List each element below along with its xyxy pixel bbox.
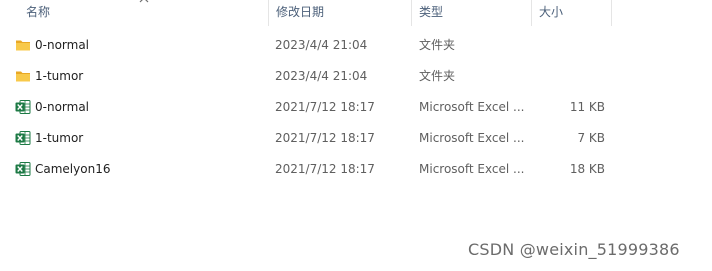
file-name: 1-tumor bbox=[35, 69, 84, 83]
list-item[interactable]: 1-tumor 2021/7/12 18:17 Microsoft Excel … bbox=[0, 123, 620, 154]
file-explorer: 名称 修改日期 类型 大小 0-normal 2023/4/4 21:04 文件… bbox=[0, 0, 712, 271]
column-divider[interactable] bbox=[411, 0, 412, 26]
column-divider[interactable] bbox=[531, 0, 532, 26]
list-item[interactable]: Camelyon16 2021/7/12 18:17 Microsoft Exc… bbox=[0, 154, 620, 185]
file-type: Microsoft Excel ... bbox=[419, 131, 525, 145]
file-size: 7 KB bbox=[577, 131, 605, 145]
watermark: CSDN @weixin_51999386 bbox=[468, 240, 680, 259]
folder-icon bbox=[16, 40, 30, 51]
file-date: 2023/4/4 21:04 bbox=[275, 38, 368, 52]
column-header-name[interactable]: 名称 bbox=[20, 0, 268, 26]
file-name: 0-normal bbox=[35, 38, 90, 52]
list-item[interactable]: 1-tumor 2023/4/4 21:04 文件夹 bbox=[0, 61, 620, 92]
file-type: 文件夹 bbox=[419, 38, 456, 52]
file-type: Microsoft Excel ... bbox=[419, 100, 525, 114]
file-date: 2021/7/12 18:17 bbox=[275, 100, 375, 114]
file-size bbox=[540, 61, 605, 92]
file-name: 1-tumor bbox=[35, 131, 84, 145]
list-item[interactable]: 0-normal 2023/4/4 21:04 文件夹 bbox=[0, 30, 620, 61]
list-item[interactable]: 0-normal 2021/7/12 18:17 Microsoft Excel… bbox=[0, 92, 620, 123]
column-header-type[interactable]: 类型 bbox=[413, 0, 531, 26]
column-divider[interactable] bbox=[611, 0, 612, 26]
file-size: 11 KB bbox=[569, 100, 605, 114]
file-size: 18 KB bbox=[569, 162, 605, 176]
excel-file-icon bbox=[15, 162, 31, 176]
file-name: Camelyon16 bbox=[35, 162, 111, 176]
folder-icon bbox=[16, 71, 30, 82]
file-type: 文件夹 bbox=[419, 69, 456, 83]
file-name: 0-normal bbox=[35, 100, 90, 114]
file-size bbox=[540, 30, 605, 61]
file-date: 2021/7/12 18:17 bbox=[275, 162, 375, 176]
excel-file-icon bbox=[15, 131, 31, 145]
excel-file-icon bbox=[15, 100, 31, 114]
column-header-size[interactable]: 大小 bbox=[533, 0, 611, 26]
file-date: 2023/4/4 21:04 bbox=[275, 69, 368, 83]
column-divider[interactable] bbox=[268, 0, 269, 26]
column-header-date[interactable]: 修改日期 bbox=[270, 0, 411, 26]
file-type: Microsoft Excel ... bbox=[419, 162, 525, 176]
file-date: 2021/7/12 18:17 bbox=[275, 131, 375, 145]
column-header-bar: 名称 修改日期 类型 大小 bbox=[0, 0, 712, 26]
